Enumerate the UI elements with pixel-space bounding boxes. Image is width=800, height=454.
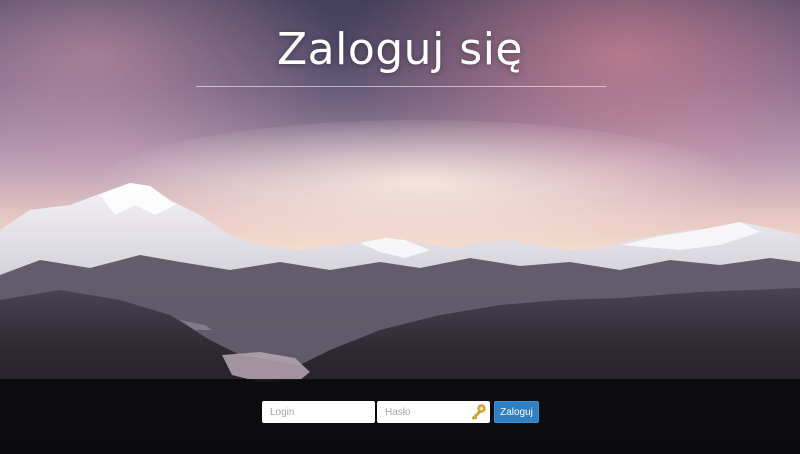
- password-field-wrapper: [377, 401, 490, 423]
- title-divider: [196, 86, 606, 87]
- login-field-wrapper: [262, 401, 375, 423]
- login-submit-button[interactable]: Zaloguj: [494, 401, 539, 423]
- login-form: Zaloguj: [262, 401, 539, 423]
- login-input[interactable]: [262, 401, 375, 423]
- page-title: Zaloguj się: [277, 24, 523, 75]
- title-container: Zaloguj się: [0, 24, 800, 76]
- login-page: Zaloguj się Zaloguj: [0, 0, 800, 454]
- key-icon: [471, 404, 486, 420]
